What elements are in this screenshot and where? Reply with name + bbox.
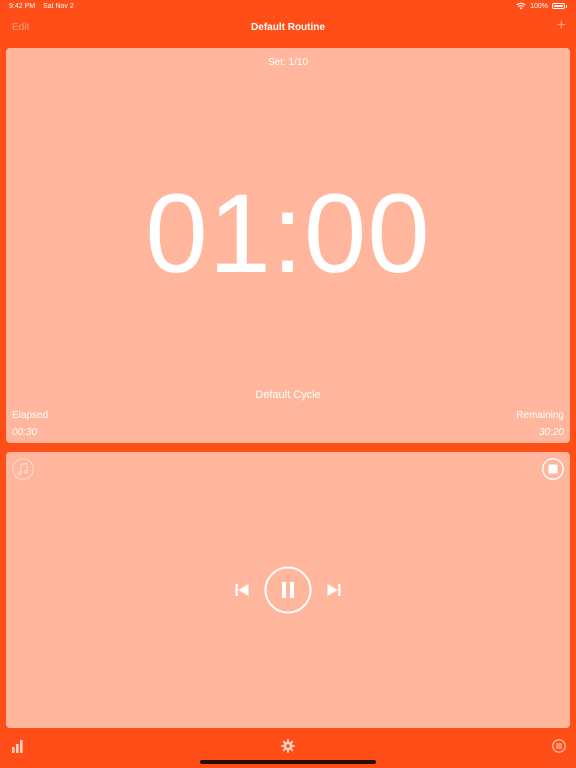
timer-display: 01:00 [145, 171, 431, 296]
elapsed-value: 00:30 [12, 427, 38, 438]
stop-icon[interactable] [542, 458, 564, 480]
cycle-name: Default Cycle [255, 389, 321, 401]
status-right: 100% [516, 2, 567, 10]
page-title: Default Routine [251, 22, 325, 33]
remaining-value: 30:20 [538, 427, 564, 438]
status-time: 9:42 PM [9, 3, 36, 10]
set-counter: Set: 1/10 [267, 57, 309, 68]
music-icon[interactable] [12, 458, 34, 480]
settings-icon[interactable] [281, 739, 295, 753]
battery-percent: 100% [530, 2, 548, 10]
battery-nub [566, 4, 567, 8]
wifi-icon [516, 2, 526, 10]
home-indicator[interactable] [200, 760, 376, 764]
status-date: Sat Nov 2 [43, 3, 74, 10]
previous-icon[interactable] [234, 582, 250, 598]
remaining-label: Remaining [516, 410, 564, 421]
add-button[interactable]: + [557, 18, 566, 34]
nav-bar: Edit Default Routine + [0, 14, 576, 44]
next-icon[interactable] [326, 582, 342, 598]
player-panel [6, 452, 570, 728]
menu-icon[interactable] [552, 739, 566, 753]
timer-panel: Set: 1/10 01:00 Default Cycle Elapsed 00… [6, 48, 570, 443]
stats-icon[interactable] [11, 739, 25, 753]
pause-icon[interactable] [264, 566, 312, 614]
elapsed-label: Elapsed [12, 410, 49, 421]
status-bar: 9:42 PM Sat Nov 2 100% [0, 0, 576, 14]
battery-icon [552, 3, 565, 9]
